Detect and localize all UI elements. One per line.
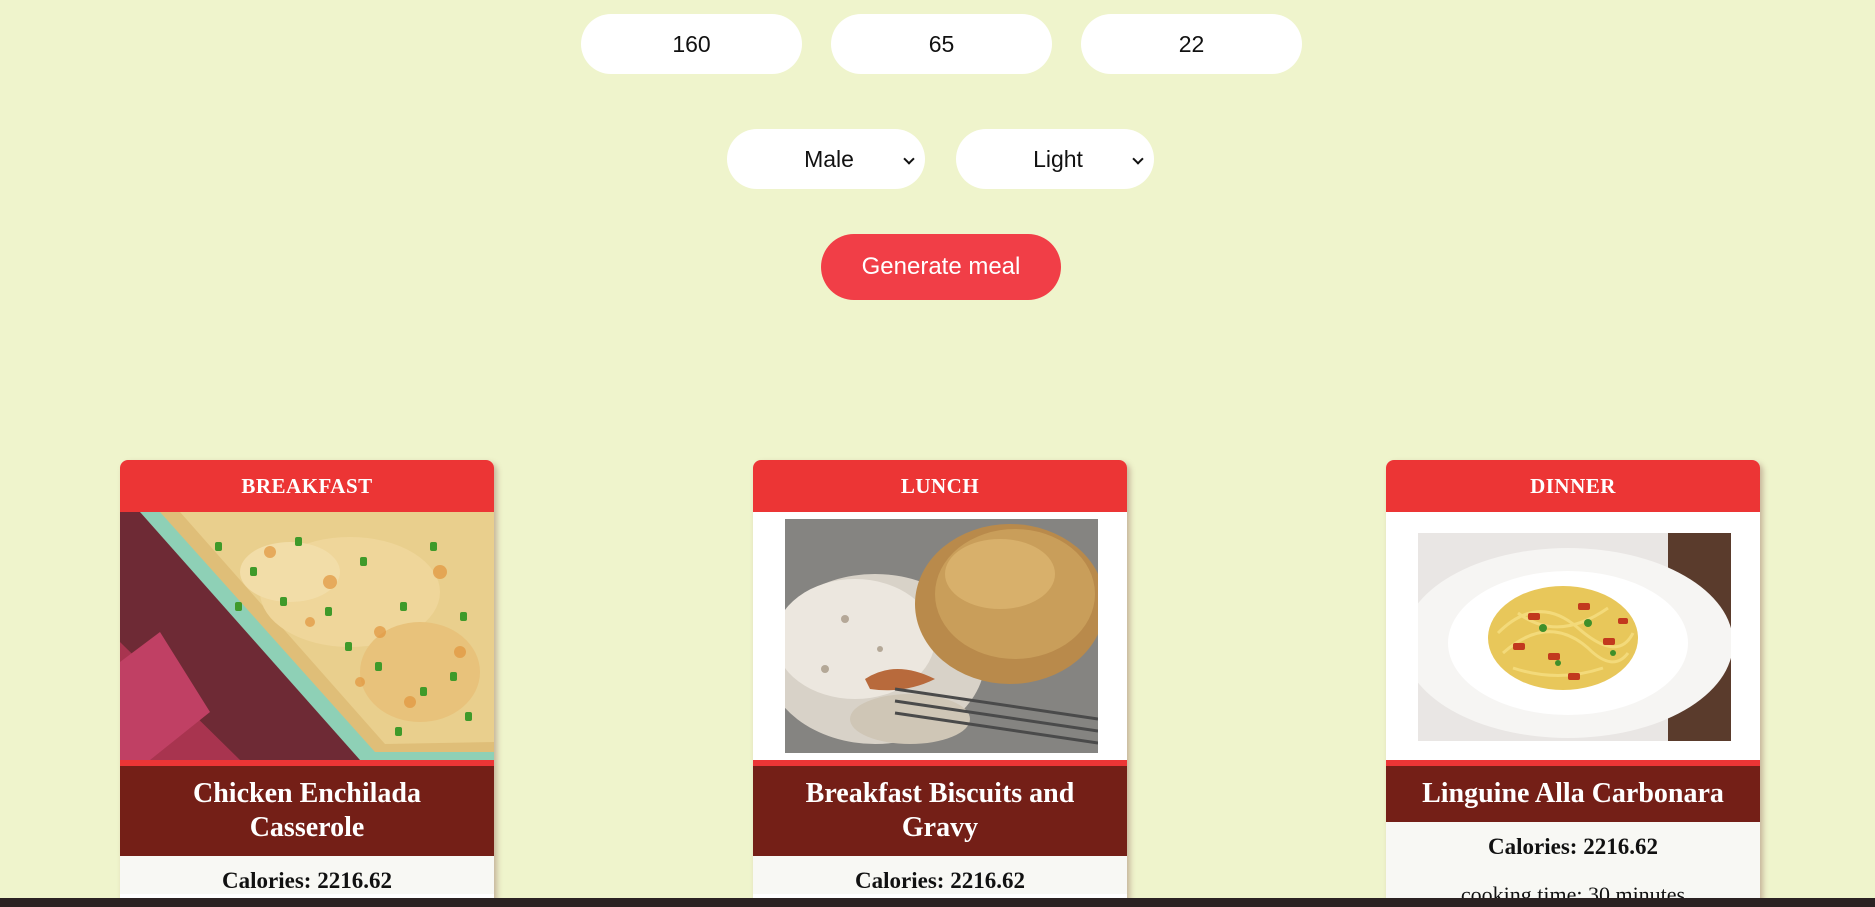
lunch-calories: Calories: 2216.62 (855, 868, 1025, 893)
gender-select[interactable]: Male (727, 129, 925, 189)
lunch-heading: LUNCH (753, 460, 1127, 512)
breakfast-details: Calories: 2216.62 (120, 856, 494, 894)
chevron-down-icon (1132, 153, 1144, 165)
dinner-card: DINNER Linguine Alla Carbonara Calories:… (1386, 460, 1760, 907)
meal-planner-page: Male Light Generate meal BREAKFAST (0, 0, 1875, 907)
breakfast-image-area (120, 512, 494, 760)
activity-select-value: Light (1033, 145, 1083, 172)
bottom-edge-bar (0, 898, 1875, 907)
dinner-details: Calories: 2216.62 cooking time: 30 minut… (1386, 822, 1760, 907)
lunch-title: Breakfast Biscuits and Gravy (753, 766, 1127, 856)
generate-meal-button[interactable]: Generate meal (821, 234, 1061, 300)
lunch-image-area (753, 512, 1127, 760)
dinner-title: Linguine Alla Carbonara (1386, 766, 1760, 822)
carbonara-photo (1418, 533, 1731, 741)
dinner-image-area (1386, 512, 1760, 760)
lunch-card: LUNCH Breakfast Biscuits and Gravy Calor… (753, 460, 1127, 907)
lunch-details: Calories: 2216.62 (753, 856, 1127, 894)
chevron-down-icon (903, 153, 915, 165)
breakfast-heading: BREAKFAST (120, 460, 494, 512)
breakfast-card: BREAKFAST Chicken Enchilada Casserole Ca… (120, 460, 494, 907)
activity-select[interactable]: Light (956, 129, 1154, 189)
age-input[interactable] (1081, 14, 1302, 74)
height-input[interactable] (581, 14, 802, 74)
biscuits-gravy-photo (785, 519, 1098, 753)
gender-select-value: Male (804, 145, 854, 172)
weight-input[interactable] (831, 14, 1052, 74)
breakfast-title: Chicken Enchilada Casserole (120, 766, 494, 856)
breakfast-calories: Calories: 2216.62 (222, 868, 392, 893)
dinner-calories: Calories: 2216.62 (1488, 834, 1658, 859)
casserole-photo (120, 512, 494, 760)
dinner-heading: DINNER (1386, 460, 1760, 512)
